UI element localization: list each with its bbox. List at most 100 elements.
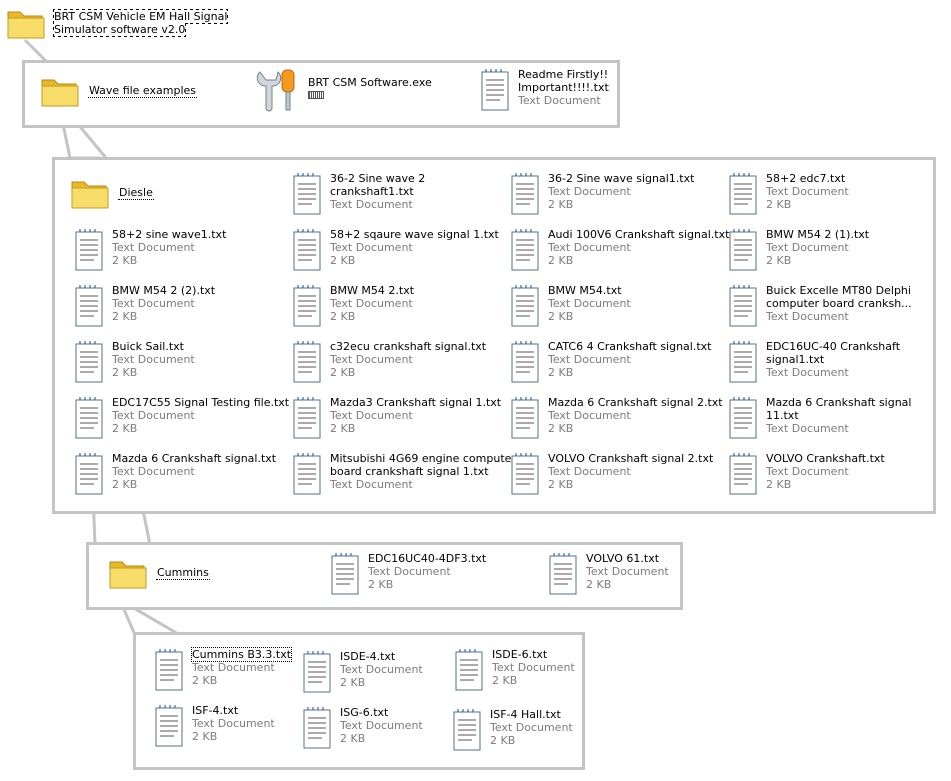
file-name: Mazda3 Crankshaft signal 1.txt (330, 396, 502, 409)
text-file[interactable]: BMW M54 2 (1).txt Text Document 2 KB (728, 228, 869, 272)
text-file[interactable]: Cummins B3.3.txt Text Document 2 KB (154, 647, 293, 692)
notepad-icon (728, 452, 758, 496)
file-name: 36-2 Sine wave signal1.txt (548, 172, 695, 185)
file-type: Text Document (766, 241, 849, 254)
text-file[interactable]: Buick Excelle MT80 Delphi computer board… (728, 284, 912, 328)
notepad-icon (292, 452, 322, 496)
file-readme[interactable]: Readme Firstly!! Important!!!!.txt Text … (480, 68, 609, 112)
text-file[interactable]: VOLVO Crankshaft signal 2.txt Text Docum… (510, 452, 713, 496)
file-name: Buick Sail.txt (112, 340, 184, 353)
text-file[interactable]: Mazda 6 Crankshaft signal 2.txt Text Doc… (510, 396, 723, 440)
notepad-icon (292, 340, 322, 384)
file-type: Text Document (492, 661, 575, 674)
file-name: VOLVO Crankshaft signal 2.txt (548, 452, 714, 465)
text-file[interactable]: ISF-4 Hall.txt Text Document 2 KB (452, 708, 573, 752)
notepad-icon (728, 396, 758, 440)
file-size: 2 KB (766, 478, 792, 491)
file-name: ISDE-4.txt (340, 650, 396, 663)
file-type: Text Document (192, 717, 275, 730)
file-type: Text Document (330, 198, 413, 211)
file-type: Text Document (192, 661, 275, 674)
file-type: Text Document (330, 353, 413, 366)
file-type: Text Document (112, 241, 195, 254)
notepad-icon (510, 396, 540, 440)
text-file[interactable]: EDC16UC40-4DF3.txt Text Document 2 KB (330, 552, 486, 596)
folder-label: Diesle (118, 186, 154, 200)
text-file[interactable]: Mazda 6 Crankshaft signal 11.txt Text Do… (728, 396, 911, 440)
file-size: 2 KB (112, 310, 138, 323)
wrench-screwdriver-icon (252, 66, 300, 114)
text-file[interactable]: 36-2 Sine wave 2 crankshaft1.txt Text Do… (292, 172, 425, 216)
text-file[interactable]: VOLVO 61.txt Text Document 2 KB (548, 552, 669, 596)
notepad-icon (728, 228, 758, 272)
text-file[interactable]: Mazda3 Crankshaft signal 1.txt Text Docu… (292, 396, 501, 440)
root-folder-label: BRT CSM Vehicle EM Hall Signal Simulator… (52, 9, 229, 37)
progress-icon (308, 91, 324, 99)
file-type: Text Document (766, 366, 849, 379)
notepad-icon (302, 706, 332, 750)
text-file[interactable]: CATC6 4 Crankshaft signal.txt Text Docum… (510, 340, 712, 384)
text-file[interactable]: BMW M54 2.txt Text Document 2 KB (292, 284, 414, 328)
folder-icon (40, 74, 80, 110)
file-name: 36-2 Sine wave 2 crankshaft1.txt (330, 172, 426, 198)
file-size: 2 KB (112, 254, 138, 267)
file-type: Text Document (766, 422, 849, 435)
folder-icon (108, 556, 148, 592)
file-size: 2 KB (340, 676, 366, 689)
file-size: 2 KB (548, 254, 574, 267)
file-type: Text Document (548, 297, 631, 310)
text-file[interactable]: Audi 100V6 Crankshaft signal.txt Text Do… (510, 228, 729, 272)
text-file[interactable]: Mitsubishi 4G69 engine computer board cr… (292, 452, 516, 496)
file-type: Text Document (330, 478, 413, 491)
folder-icon (6, 6, 46, 42)
text-file[interactable]: 36-2 Sine wave signal1.txt Text Document… (510, 172, 694, 216)
text-file[interactable]: EDC16UC-40 Crankshaft signal1.txt Text D… (728, 340, 900, 384)
text-file[interactable]: c32ecu crankshaft signal.txt Text Docume… (292, 340, 486, 384)
file-type: Text Document (112, 409, 195, 422)
file-name: BMW M54 2.txt (330, 284, 415, 297)
file-name: Mazda 6 Crankshaft signal 11.txt (766, 396, 912, 422)
text-file[interactable]: BMW M54 2 (2).txt Text Document 2 KB (74, 284, 215, 328)
file-type: Text Document (330, 409, 413, 422)
folder-label: Wave file examples (88, 84, 198, 98)
file-name: ISDE-6.txt (492, 648, 548, 661)
folder-cummins[interactable]: Cummins (108, 556, 210, 592)
notepad-icon (728, 284, 758, 328)
root-folder[interactable]: BRT CSM Vehicle EM Hall Signal Simulator… (6, 6, 229, 42)
folder-diesle[interactable]: Diesle (70, 176, 154, 212)
file-size: 2 KB (112, 422, 138, 435)
notepad-icon (510, 228, 540, 272)
notepad-icon (74, 340, 104, 384)
text-file[interactable]: 58+2 edc7.txt Text Document 2 KB (728, 172, 849, 216)
file-type: Text Document (766, 185, 849, 198)
file-name: Mazda 6 Crankshaft signal.txt (112, 452, 277, 465)
text-file[interactable]: EDC17C55 Signal Testing file.txt Text Do… (74, 396, 289, 440)
folder-wave-file-examples[interactable]: Wave file examples (40, 74, 198, 110)
file-type: Text Document (518, 94, 601, 107)
text-file[interactable]: 58+2 sqaure wave signal 1.txt Text Docum… (292, 228, 499, 272)
file-size: 2 KB (548, 198, 574, 211)
text-file[interactable]: ISDE-4.txt Text Document 2 KB (302, 650, 423, 694)
notepad-icon (330, 552, 360, 596)
file-name: VOLVO Crankshaft.txt (766, 452, 885, 465)
file-name: 58+2 sine wave1.txt (112, 228, 227, 241)
text-file[interactable]: VOLVO Crankshaft.txt Text Document 2 KB (728, 452, 885, 496)
text-file[interactable]: BMW M54.txt Text Document 2 KB (510, 284, 631, 328)
file-size: 2 KB (330, 310, 356, 323)
notepad-icon (154, 704, 184, 748)
text-file[interactable]: Mazda 6 Crankshaft signal.txt Text Docum… (74, 452, 276, 496)
file-size: 2 KB (492, 674, 518, 687)
file-type: Text Document (340, 719, 423, 732)
text-file[interactable]: ISDE-6.txt Text Document 2 KB (454, 648, 575, 692)
text-file[interactable]: 58+2 sine wave1.txt Text Document 2 KB (74, 228, 226, 272)
notepad-icon (452, 708, 482, 752)
text-file[interactable]: ISG-6.txt Text Document 2 KB (302, 706, 423, 750)
file-type: Text Document (548, 353, 631, 366)
file-type: Text Document (330, 241, 413, 254)
file-brt-csm-software-exe[interactable]: BRT CSM Software.exe (252, 66, 432, 114)
notepad-icon (548, 552, 578, 596)
text-file[interactable]: ISF-4.txt Text Document 2 KB (154, 704, 275, 748)
file-name: Audi 100V6 Crankshaft signal.txt (548, 228, 730, 241)
text-file[interactable]: Buick Sail.txt Text Document 2 KB (74, 340, 195, 384)
file-size: 2 KB (548, 366, 574, 379)
